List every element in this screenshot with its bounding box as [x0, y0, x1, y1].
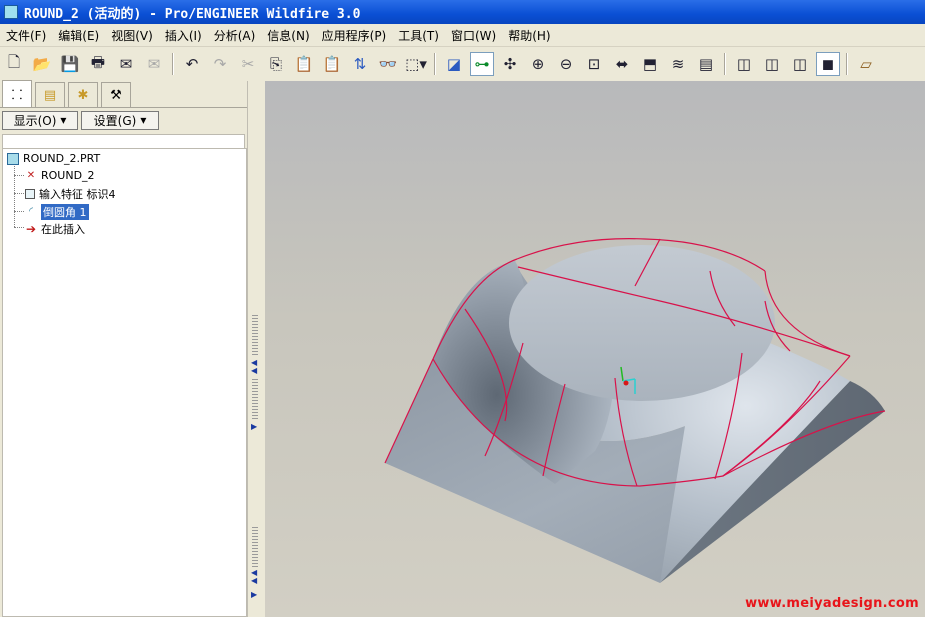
collapse-left-arrow-icon[interactable]: ◀ ◀ — [251, 359, 257, 375]
caret-down-icon: ▾ — [60, 113, 67, 127]
menu-help[interactable]: 帮助(H) — [502, 27, 556, 44]
shading-icon[interactable]: ◼ — [816, 52, 840, 76]
menu-applications[interactable]: 应用程序(P) — [316, 27, 393, 44]
regenerate-icon[interactable]: ⇅ — [348, 52, 372, 76]
select-box-icon[interactable]: ⬚▾ — [404, 52, 428, 76]
menu-tools[interactable]: 工具(T) — [392, 27, 445, 44]
round-edge — [764, 270, 851, 357]
settings-dropdown-button[interactable]: 设置(G) ▾ — [81, 110, 159, 130]
copy-icon[interactable]: ⎘ — [264, 52, 288, 76]
tree-node-label: ROUND_2 — [41, 169, 95, 182]
site-watermark: www.meiyadesign.com — [745, 596, 919, 611]
new-file-icon[interactable]: 🗋 — [2, 52, 26, 76]
layers-icon[interactable]: ≋ — [666, 52, 690, 76]
tree-button-row: 显示(O) ▾ 设置(G) ▾ — [0, 108, 247, 132]
hidden-line-icon[interactable]: ◫ — [760, 52, 784, 76]
print-icon[interactable]: 🖶 — [86, 52, 110, 76]
paste-icon[interactable]: 📋 — [292, 52, 316, 76]
caret-down-icon: ▾ — [140, 113, 147, 127]
menu-file[interactable]: 文件(F) — [0, 27, 52, 44]
settings-button-label: 设置(G) — [93, 113, 137, 128]
part-icon — [7, 152, 19, 165]
tree-connector-line — [14, 211, 24, 212]
repaint-icon[interactable]: ◪ — [442, 52, 466, 76]
coordinate-system-icon: ✕ — [26, 170, 36, 181]
tree-connector-line — [14, 193, 24, 194]
tree-connector-line — [14, 175, 24, 176]
round-feature-icon: ◜ — [29, 206, 33, 217]
menu-analysis[interactable]: 分析(A) — [208, 27, 262, 44]
toolbar-separator — [434, 53, 436, 75]
toolbar-separator — [724, 53, 726, 75]
part-top-face[interactable] — [509, 245, 775, 401]
display-button-label: 显示(O) — [13, 113, 57, 128]
named-views-icon[interactable]: ⬒ — [638, 52, 662, 76]
splitter-grip[interactable] — [252, 315, 258, 357]
connections-tab[interactable]: ⚒ — [101, 82, 131, 107]
graphics-viewport[interactable]: www.meiyadesign.com — [265, 81, 925, 617]
redo-icon[interactable]: ↷ — [208, 52, 232, 76]
menu-window[interactable]: 窗口(W) — [445, 27, 502, 44]
spin-center-icon[interactable]: ⊶ — [470, 52, 494, 76]
cut-icon[interactable]: ✂ — [236, 52, 260, 76]
shading-wireframe-icon[interactable]: ◫ — [732, 52, 756, 76]
model-tree-tab[interactable]: ⸬ — [2, 80, 32, 107]
email-send-icon[interactable]: ✉ — [142, 52, 166, 76]
display-dropdown-button[interactable]: 显示(O) ▾ — [2, 110, 78, 130]
toolbar-separator — [846, 53, 848, 75]
expand-right-arrow-icon[interactable]: ▶ — [251, 591, 257, 599]
tree-node-round[interactable]: ◜ 倒圆角 1 — [25, 203, 89, 220]
menu-edit[interactable]: 编辑(E) — [52, 27, 105, 44]
zoom-in-icon[interactable]: ⊕ — [526, 52, 550, 76]
zoom-out-icon[interactable]: ⊖ — [554, 52, 578, 76]
favorites-tab[interactable]: ✱ — [68, 82, 98, 107]
tree-node-root-part[interactable]: ROUND_2.PRT — [7, 150, 100, 167]
undo-icon[interactable]: ↶ — [180, 52, 204, 76]
expand-right-arrow-icon[interactable]: ▶ — [251, 423, 257, 431]
tree-node-label: 输入特征 标识4 — [39, 187, 116, 201]
main-toolbar: 🗋 📂 💾 🖶 ✉ ✉ ↶ ↷ ✂ ⎘ 📋 📋 ⇅ 👓 ⬚▾ ◪ ⊶ ✣ ⊕ ⊖… — [0, 47, 925, 82]
tree-node-csys[interactable]: ✕ ROUND_2 — [25, 167, 95, 184]
menu-insert[interactable]: 插入(I) — [159, 27, 208, 44]
view-normal-icon[interactable]: ⬌ — [610, 52, 634, 76]
no-hidden-icon[interactable]: ◫ — [788, 52, 812, 76]
menu-info[interactable]: 信息(N) — [261, 27, 315, 44]
email-icon[interactable]: ✉ — [114, 52, 138, 76]
tree-connector-line — [14, 227, 24, 228]
title-bar: ROUND_2 (活动的) - Pro/ENGINEER Wildfire 3.… — [0, 0, 925, 24]
window-title: ROUND_2 (活动的) - Pro/ENGINEER Wildfire 3.… — [24, 6, 361, 22]
tree-node-insert-here[interactable]: ➔ 在此插入 — [25, 220, 85, 237]
navigator-panel: ⸬ ▤ ✱ ⚒ 显示(O) ▾ 设置(G) ▾ ROUND_2.PRT ✕ RO… — [0, 80, 247, 617]
splitter-grip[interactable] — [252, 379, 258, 421]
orient-icon[interactable]: ✣ — [498, 52, 522, 76]
collapse-left-arrow-icon[interactable]: ◀ ◀ — [251, 569, 257, 585]
tree-node-label: ROUND_2.PRT — [23, 152, 101, 165]
insert-here-arrow-icon: ➔ — [25, 221, 37, 236]
menu-bar: 文件(F) 编辑(E) 视图(V) 插入(I) 分析(A) 信息(N) 应用程序… — [0, 24, 925, 47]
paste-special-icon[interactable]: 📋 — [320, 52, 344, 76]
splitter-grip[interactable] — [252, 527, 258, 567]
tree-node-label: 倒圆角 1 — [41, 203, 89, 220]
view-manager-icon[interactable]: ▤ — [694, 52, 718, 76]
save-icon[interactable]: 💾 — [58, 52, 82, 76]
import-feature-icon — [25, 188, 35, 199]
open-folder-icon[interactable]: 📂 — [30, 52, 54, 76]
datum-plane-icon[interactable]: ▱ — [854, 52, 878, 76]
folder-browser-tab[interactable]: ▤ — [35, 82, 65, 107]
model-tree: ROUND_2.PRT ✕ ROUND_2 输入特征 标识4 ◜ 倒圆角 1 ➔… — [2, 148, 247, 617]
navigator-tabs: ⸬ ▤ ✱ ⚒ — [0, 80, 247, 108]
panel-splitter[interactable]: ◀ ◀ ▶ ◀ ◀ ▶ — [247, 81, 266, 617]
toolbar-separator — [172, 53, 174, 75]
refit-icon[interactable]: ⊡ — [582, 52, 606, 76]
menu-view[interactable]: 视图(V) — [105, 27, 159, 44]
find-icon[interactable]: 👓 — [376, 52, 400, 76]
app-icon — [4, 5, 18, 19]
part-model[interactable] — [265, 81, 925, 617]
tree-node-label: 在此插入 — [41, 222, 85, 236]
tree-node-import-feature[interactable]: 输入特征 标识4 — [25, 185, 116, 202]
